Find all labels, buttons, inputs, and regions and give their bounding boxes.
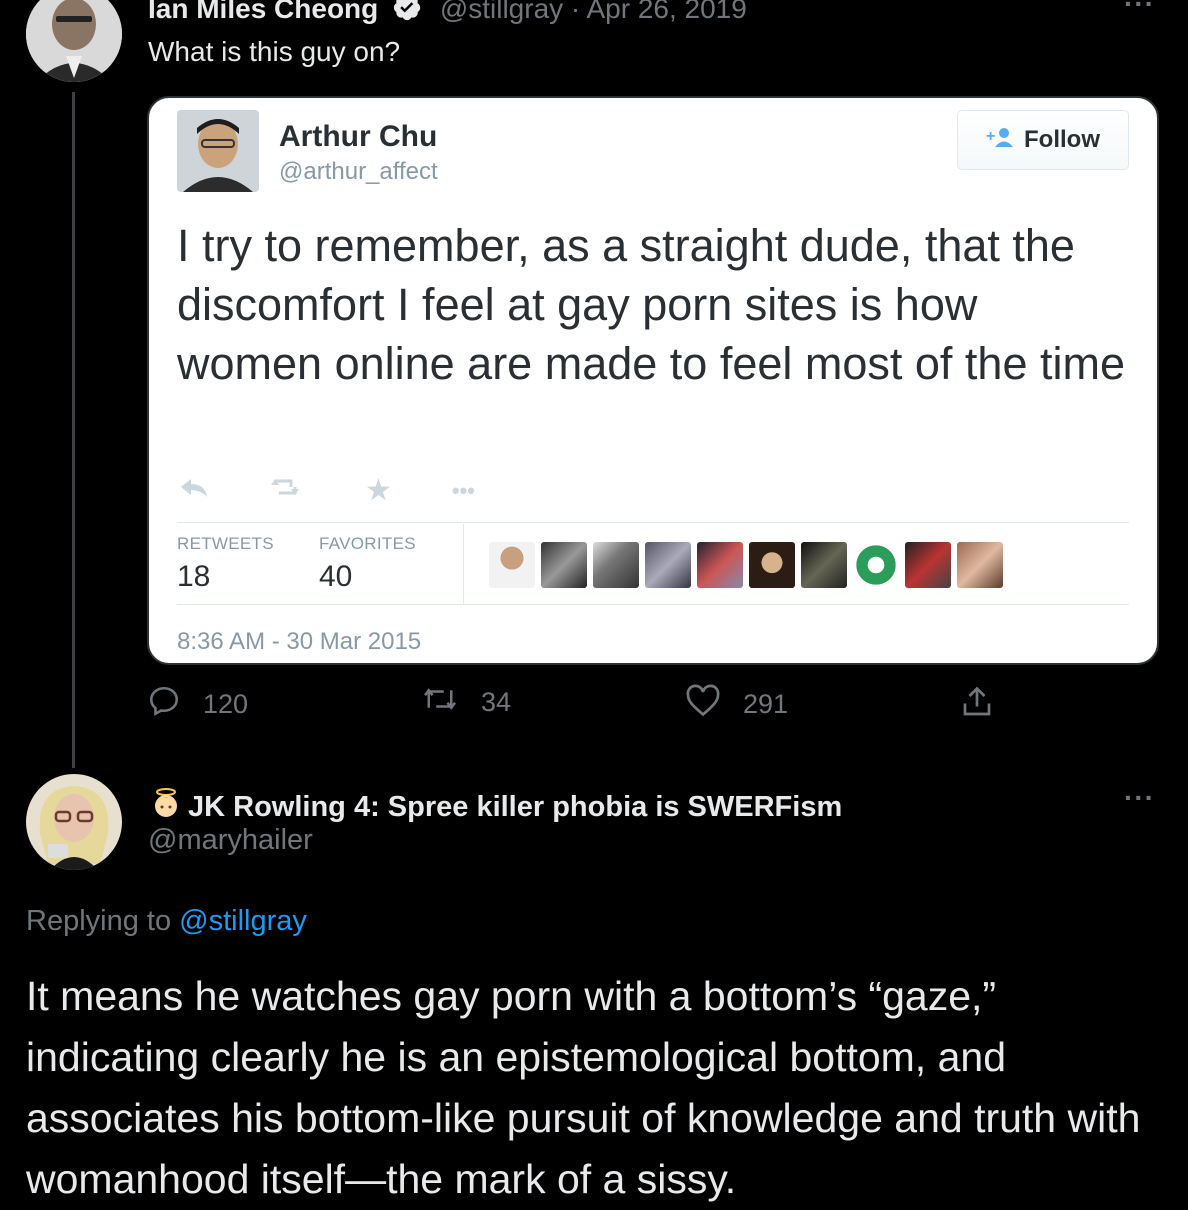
more-icon-small: •••	[451, 477, 476, 503]
avatar	[957, 542, 1003, 588]
avatar	[593, 542, 639, 588]
embedded-tweet-text: I try to remember, as a straight dude, t…	[177, 220, 1125, 389]
divider	[177, 604, 1129, 605]
favoriter-avatars	[489, 542, 1003, 588]
thread-line	[72, 92, 75, 768]
avatar	[541, 542, 587, 588]
avatar	[801, 542, 847, 588]
author-avatar[interactable]	[26, 0, 122, 82]
reply-author-name-row: JK Rowling 4: Spree killer phobia is SWE…	[148, 786, 842, 828]
replying-to: Replying to @stillgray	[26, 905, 307, 938]
angel-emoji-icon	[148, 786, 184, 828]
tweet-header: Ian Miles Cheong @stillgray · Apr 26, 20…	[148, 0, 747, 29]
author-name[interactable]: Ian Miles Cheong	[148, 0, 378, 24]
avatar	[749, 542, 795, 588]
retweets-label: RETWEETS	[177, 534, 274, 553]
like-count: 291	[743, 689, 789, 719]
tweet-text: What is this guy on?	[148, 36, 401, 67]
more-options-icon[interactable]: ···	[1124, 0, 1155, 20]
like-button[interactable]: 291	[685, 684, 788, 725]
reply-author-handle[interactable]: @maryhailer	[148, 824, 313, 857]
retweets-count: 18	[177, 560, 211, 593]
verified-badge-icon	[392, 0, 422, 29]
reply-button[interactable]: 120	[147, 684, 248, 725]
retweet-button[interactable]: 34	[421, 684, 511, 721]
share-icon	[959, 684, 995, 727]
retweet-count: 34	[481, 687, 512, 717]
avatar	[489, 542, 535, 588]
add-user-icon: +	[986, 125, 1016, 156]
reply-arrow-icon	[179, 475, 209, 506]
tweet-actions: 120 34 291	[145, 684, 1005, 734]
heart-icon	[685, 684, 721, 725]
reply-count: 120	[203, 689, 249, 719]
avatar	[697, 542, 743, 588]
reply-author-avatar[interactable]	[26, 774, 122, 870]
reply-tweet-text: It means he watches gay porn with a bott…	[26, 973, 1141, 1202]
share-button[interactable]	[959, 684, 995, 727]
svg-text:+: +	[986, 128, 995, 145]
follow-label: Follow	[1024, 126, 1100, 153]
retweet-icon	[421, 684, 459, 721]
avatar	[645, 542, 691, 588]
reply-author-name[interactable]: JK Rowling 4: Spree killer phobia is SWE…	[188, 791, 842, 824]
favorites-count: 40	[319, 560, 353, 593]
divider	[463, 524, 464, 604]
reply-icon	[147, 684, 181, 725]
favorites-label: FAVORITES	[319, 534, 416, 553]
embedded-timestamp: 8:36 AM - 30 Mar 2015	[177, 628, 422, 655]
replying-prefix: Replying to	[26, 905, 172, 937]
avatar	[905, 542, 951, 588]
embedded-author-name: Arthur Chu	[279, 120, 438, 153]
retweet-icon-small	[269, 475, 305, 506]
avatar	[853, 542, 899, 588]
embedded-author-handle: @arthur_affect	[279, 158, 438, 185]
author-handle-date[interactable]: @stillgray · Apr 26, 2019	[440, 0, 747, 24]
follow-button: + Follow	[957, 110, 1129, 170]
more-options-icon[interactable]: ···	[1124, 782, 1155, 814]
embedded-actions: ★ •••	[179, 473, 475, 508]
embedded-avatar	[177, 110, 259, 192]
replying-to-link[interactable]: @stillgray	[179, 905, 307, 937]
star-icon: ★	[365, 474, 392, 507]
embedded-tweet-image[interactable]: Arthur Chu @arthur_affect + Follow I try…	[147, 96, 1159, 665]
divider	[177, 522, 1129, 523]
